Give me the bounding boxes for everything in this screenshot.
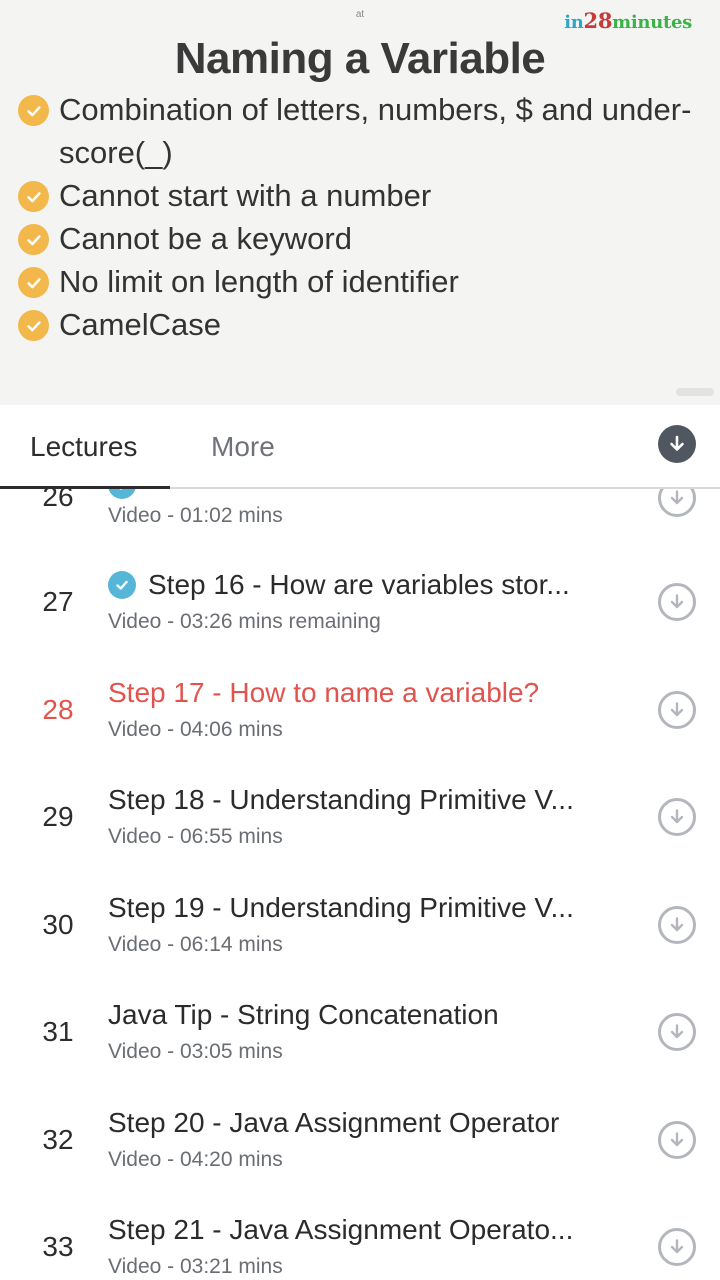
check-circle-icon [18,181,49,212]
download-icon [670,809,684,824]
lecture-list[interactable]: 26 Video - 01:02 mins 27 Step 16 - How a… [0,489,720,1280]
lecture-duration: Video - 03:05 mins [108,1040,283,1063]
download-lecture-button[interactable] [658,1121,696,1159]
download-icon [670,1132,684,1147]
download-icon [670,917,684,932]
download-lecture-button[interactable] [658,1228,696,1266]
check-circle-icon [18,95,49,126]
lecture-row-27[interactable]: 27 Step 16 - How are variables stor... V… [0,547,720,655]
download-icon [670,1239,684,1254]
lecture-duration: Video - 04:06 mins [108,718,283,741]
lecture-number: 26 [42,489,74,512]
check-circle-icon [18,224,49,255]
slide-bullet: CamelCase [18,303,700,346]
lecture-number: 32 [42,1124,74,1155]
tab-bar: Lectures More [0,405,720,489]
lecture-row-30[interactable]: 30 Step 19 - Understanding Primitive V..… [0,870,720,978]
udemy-watermark-icon [676,387,714,399]
slide-bullet: Combination of letters, numbers, $ and u… [18,88,700,174]
lecture-duration: Video - 03:26 mins remaining [108,610,381,633]
lecture-title: Step 20 - Java Assignment Operator [108,1107,560,1138]
download-icon [670,1024,684,1039]
lecture-number: 29 [42,801,74,832]
lecture-title: Step 18 - Understanding Primitive V... [108,784,574,815]
lecture-row-31[interactable]: 31 Java Tip - String Concatenation Video… [0,977,720,1085]
download-lecture-button[interactable] [658,691,696,729]
lecture-title: Java Tip - String Concatenation [108,999,499,1030]
lecture-row-33[interactable]: 33 Step 21 - Java Assignment Operato... … [0,1192,720,1280]
lecture-duration: Video - 03:21 mins [108,1255,283,1278]
active-tab-indicator [0,486,170,489]
lecture-row-28[interactable]: 28 Step 17 - How to name a variable? Vid… [0,655,720,763]
slide-bullet: Cannot start with a number [18,174,700,217]
download-all-button[interactable] [658,425,696,463]
lecture-title: Step 17 - How to name a variable? [108,677,540,708]
download-lecture-button[interactable] [658,798,696,836]
lecture-title: Step 16 - How are variables stor... [148,569,570,600]
lecture-duration: Video - 01:02 mins [108,504,283,527]
video-slide[interactable]: at in28minutes Naming a Variable Combina… [0,0,720,405]
lecture-title: Step 19 - Understanding Primitive V... [108,892,574,923]
completed-check-icon [108,571,136,599]
slide-bullet-list: Combination of letters, numbers, $ and u… [18,88,700,346]
download-lecture-button[interactable] [658,489,696,517]
slide-bullet: No limit on length of identifier [18,260,700,303]
lecture-number: 31 [42,1016,74,1047]
lecture-number: 28 [42,694,74,725]
lecture-duration: Video - 06:14 mins [108,933,283,956]
lecture-title: Step 21 - Java Assignment Operato... [108,1214,574,1245]
download-icon [670,594,684,609]
in28minutes-logo: in28minutes [564,8,692,33]
download-circle-icon [670,435,684,451]
lecture-row-32[interactable]: 32 Step 20 - Java Assignment Operator Vi… [0,1085,720,1193]
slide-bullet: Cannot be a keyword [18,217,700,260]
download-lecture-button[interactable] [658,906,696,944]
lecture-duration: Video - 06:55 mins [108,825,283,848]
lecture-row-29[interactable]: 29 Step 18 - Understanding Primitive V..… [0,762,720,870]
tab-more[interactable]: More [211,431,275,463]
download-icon [670,702,684,717]
check-circle-icon [18,267,49,298]
lecture-number: 27 [42,586,74,617]
download-icon [670,490,684,505]
lecture-duration: Video - 04:20 mins [108,1148,283,1171]
lecture-number: 30 [42,909,74,940]
tab-lectures[interactable]: Lectures [30,431,137,463]
lecture-number: 33 [42,1231,74,1262]
download-lecture-button[interactable] [658,1013,696,1051]
slide-title: Naming a Variable [174,34,546,83]
check-circle-icon [18,310,49,341]
download-lecture-button[interactable] [658,583,696,621]
